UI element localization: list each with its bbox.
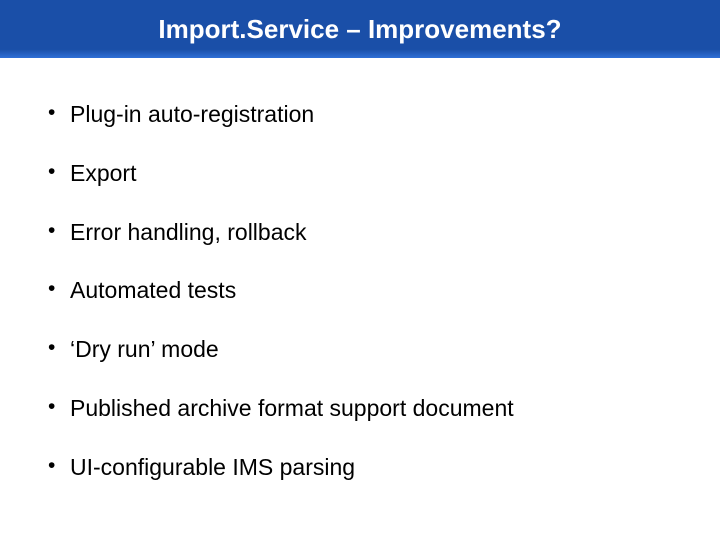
bullet-list: Plug-in auto-registration Export Error h… [48,100,672,481]
slide-content: Plug-in auto-registration Export Error h… [48,100,672,511]
list-item: Plug-in auto-registration [48,100,672,129]
list-item: ‘Dry run’ mode [48,335,672,364]
list-item: UI-configurable IMS parsing [48,453,672,482]
list-item: Error handling, rollback [48,218,672,247]
title-bar: Import.Service – Improvements? [0,0,720,58]
slide: Import.Service – Improvements? Plug-in a… [0,0,720,540]
list-item: Export [48,159,672,188]
list-item: Automated tests [48,276,672,305]
list-item: Published archive format support documen… [48,394,672,423]
slide-title: Import.Service – Improvements? [158,14,561,45]
